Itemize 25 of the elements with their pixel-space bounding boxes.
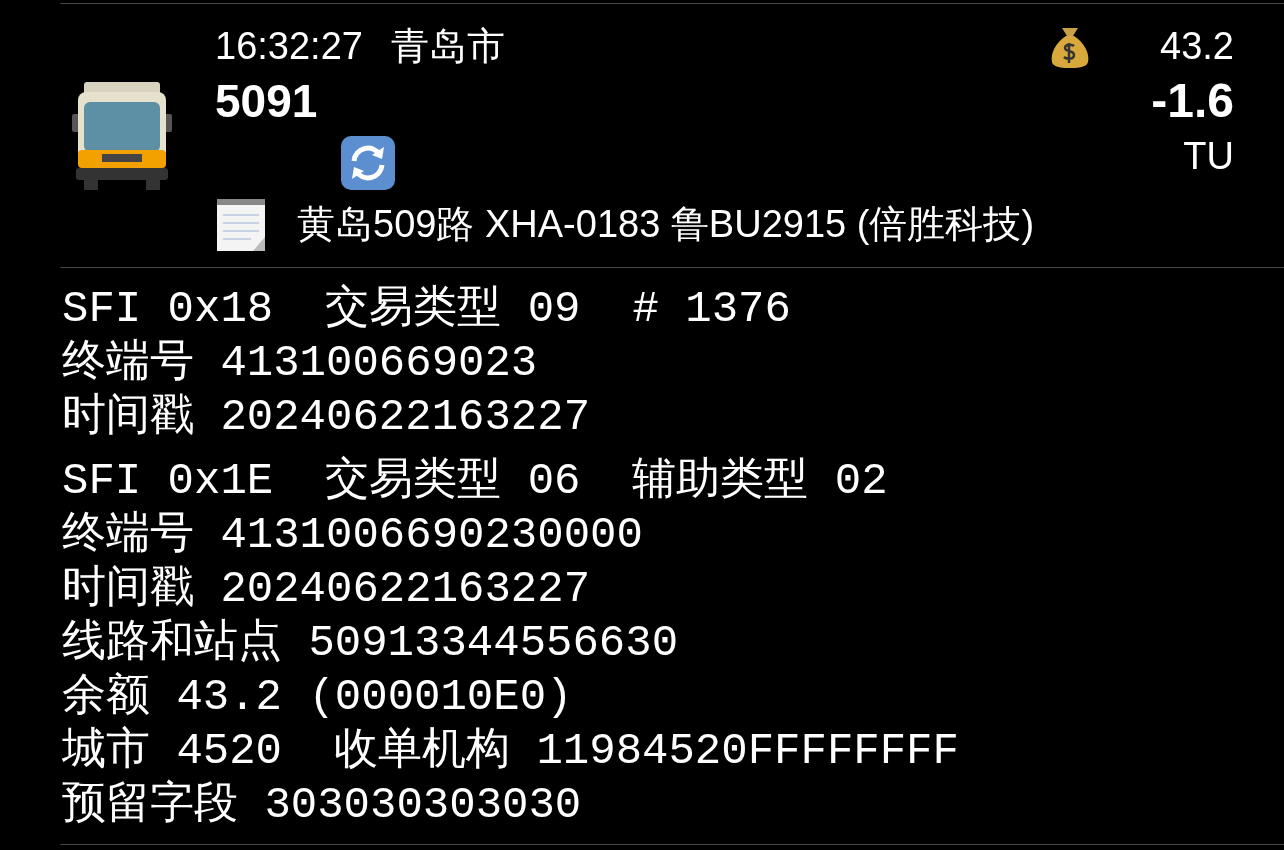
record-field: 终端号 413100669023 <box>62 336 538 390</box>
bus-icon <box>72 79 172 192</box>
record-field: 收单机构 11984520FFFFFFFF <box>334 724 959 778</box>
refresh-icon <box>340 135 396 191</box>
record-field: 交易类型 09 <box>325 282 581 336</box>
record-field: SFI 0x1E <box>62 454 274 508</box>
fare-amount: -1.6 <box>1151 73 1234 129</box>
notepad-icon <box>215 196 267 253</box>
record-field: 余额 43.2 (000010E0) <box>62 670 573 724</box>
route-description: 黄岛509路 XHA-0183 鲁BU2915 (倍胜科技) <box>297 202 1035 247</box>
city-name: 青岛市 <box>390 24 505 69</box>
balance-value: 43.2 <box>1160 24 1234 69</box>
time-text: 16:32:27 <box>215 24 363 69</box>
record-field: # 1376 <box>632 282 791 336</box>
record-field: 线路和站点 50913344556630 <box>62 616 679 670</box>
record-field: 时间戳 20240622163227 <box>62 390 591 444</box>
record-field: 交易类型 06 <box>325 454 581 508</box>
record-field: 辅助类型 02 <box>632 454 888 508</box>
record-field: 预留字段 303030303030 <box>62 778 582 832</box>
record-field: 城市 4520 <box>62 724 283 778</box>
record-field: 终端号 4131006690230000 <box>62 508 643 562</box>
route-number: 5091 <box>215 74 319 129</box>
record-field: SFI 0x18 <box>62 282 274 336</box>
record-field: 时间戳 20240622163227 <box>62 562 591 616</box>
unit-label: TU <box>1183 134 1234 179</box>
